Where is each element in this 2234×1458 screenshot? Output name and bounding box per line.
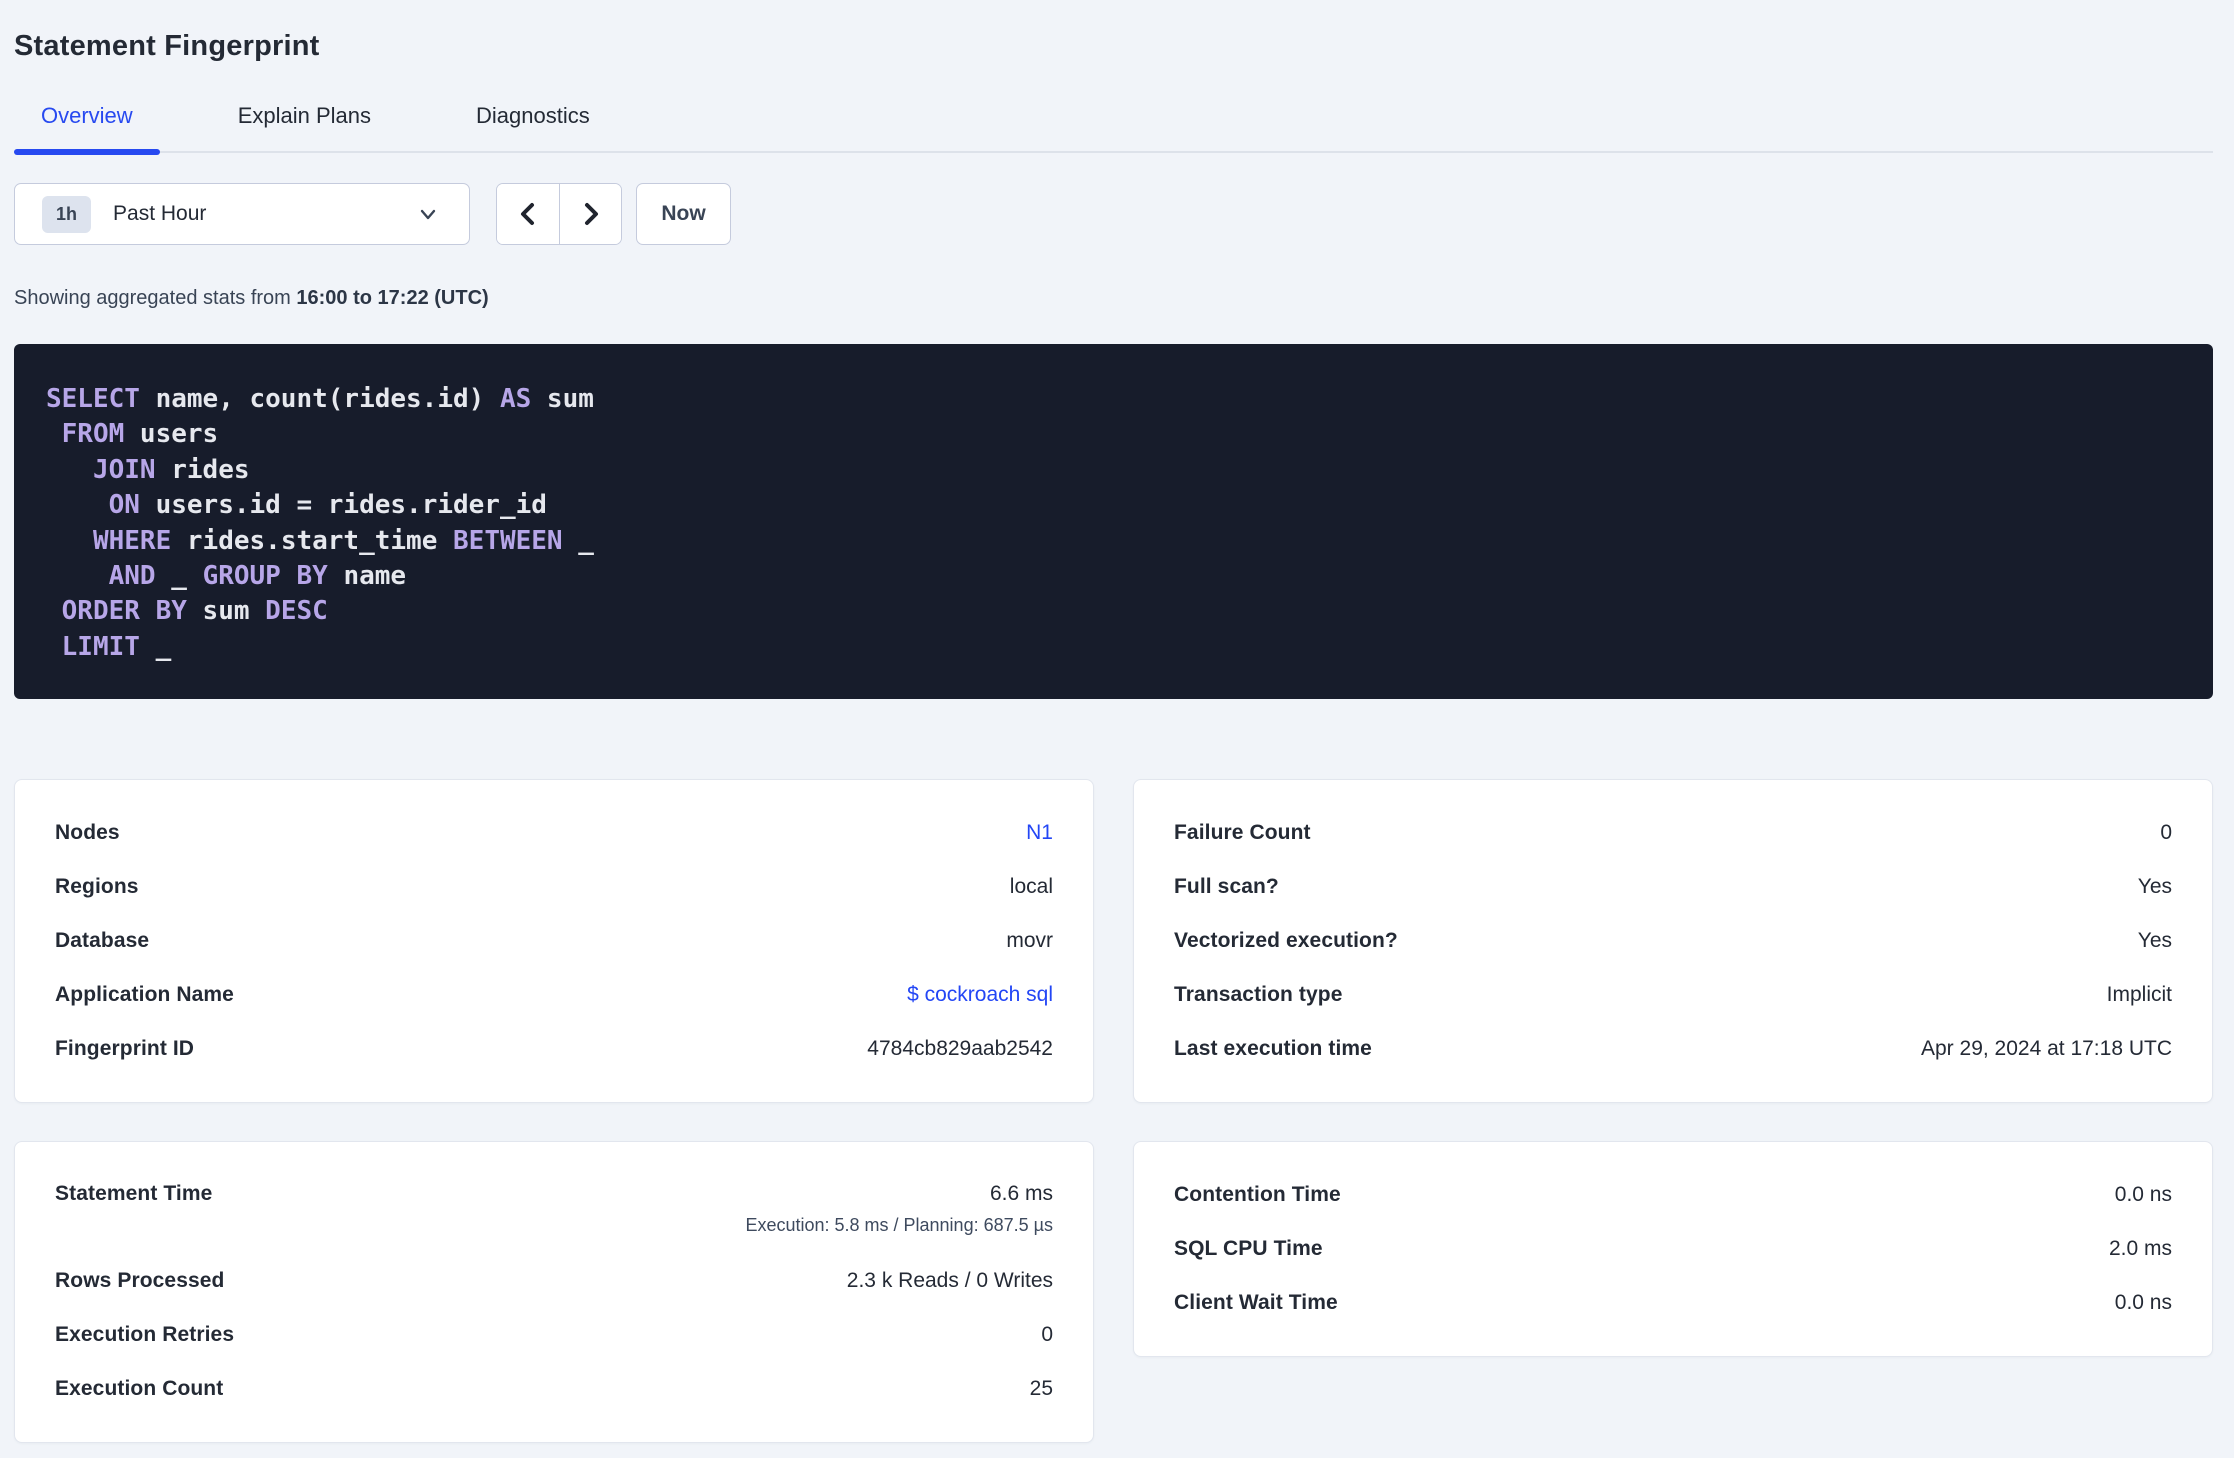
statement-sql-box: SELECT name, count(rides.id) AS sum FROM… (14, 344, 2213, 700)
kv-label: Last execution time (1174, 1037, 1372, 1061)
kv-label: Failure Count (1174, 821, 1311, 845)
kv-row: Client Wait Time 0.0 ns (1174, 1276, 2172, 1330)
timing-stats-card: Statement Time 6.6 ms Execution: 5.8 ms / … (14, 1141, 1094, 1444)
kv-value: 25 (1029, 1377, 1053, 1401)
kv-label: Regions (55, 875, 139, 899)
chevron-down-icon (417, 203, 439, 225)
kv-row: Statement Time 6.6 ms Execution: 5.8 ms / … (55, 1168, 1053, 1254)
kv-row: Application Name $ cockroach sql (55, 968, 1053, 1022)
kv-label: Transaction type (1174, 983, 1343, 1007)
kv-label: Statement Time (55, 1182, 213, 1206)
kv-row: Regions local (55, 860, 1053, 914)
kv-value: 2.3 k Reads / 0 Writes (846, 1269, 1053, 1293)
kv-label: Nodes (55, 821, 120, 845)
statement-details-card: Nodes N1 Regions local Database movr Applicati… (14, 779, 1094, 1104)
kv-label: SQL CPU Time (1174, 1237, 1323, 1261)
kv-label: Database (55, 929, 150, 953)
sql-code-line: WHERE rides.start_time BETWEEN _ (92, 525, 594, 556)
kv-label: Application Name (55, 983, 234, 1007)
kv-row: Last execution time Apr 29, 2024 at 17:18… (1174, 1022, 2172, 1076)
kv-row: Transaction type Implicit (1174, 968, 2172, 1022)
time-range-badge: 1h (42, 195, 92, 233)
kv-label: Contention Time (1174, 1183, 1341, 1207)
aggregated-stats-range: 16:00 to 17:22 (UTC) (296, 287, 489, 309)
time-range-picker[interactable]: 1h Past Hour (14, 183, 470, 245)
sql-code-line: ORDER BY sum DESC (61, 596, 328, 627)
page-title: Statement Fingerprint (14, 30, 320, 62)
chevron-right-icon (578, 201, 604, 227)
kv-row: Contention Time 0.0 ns (1174, 1168, 2172, 1222)
aggregated-stats-line: Showing aggregated stats from 16:00 to 1… (14, 287, 2213, 310)
previous-interval-button[interactable] (497, 184, 559, 244)
tabbar: Overview Explain Plans Diagnostics (14, 103, 2213, 155)
kv-value: 2.0 ms (2108, 1237, 2172, 1261)
kv-row: Full scan? Yes (1174, 860, 2172, 914)
chevron-left-icon (515, 201, 541, 227)
kv-row: Nodes N1 (55, 806, 1053, 860)
sql-code-line: AND _ GROUP BY name (108, 561, 407, 592)
kv-value-link[interactable]: N1 (1026, 821, 1053, 844)
kv-value: 6.6 ms (989, 1182, 1053, 1206)
kv-value: Yes (2137, 875, 2172, 899)
kv-label: Client Wait Time (1174, 1291, 1338, 1315)
next-interval-button[interactable] (559, 184, 621, 244)
summary-cards: Nodes N1 Regions local Database movr Applicati… (14, 779, 2213, 1444)
kv-value: local (1009, 875, 1053, 899)
tab-explain-plans[interactable]: Explain Plans (211, 103, 398, 151)
kv-value: 0 (1041, 1323, 1053, 1347)
kv-label: Execution Count (55, 1377, 224, 1401)
wait-times-card: Contention Time 0.0 ns SQL CPU Time 2.0 ms C… (1133, 1141, 2213, 1358)
kv-subvalue: Execution: 5.8 ms / Planning: 687.5 µs (745, 1215, 1053, 1236)
sql-code-line: LIMIT _ (61, 631, 172, 662)
kv-row: SQL CPU Time 2.0 ms (1174, 1222, 2172, 1276)
statement-fingerprint-page: Statement Fingerprint Overview Explain P… (0, 0, 2234, 1444)
kv-row: Rows Processed 2.3 k Reads / 0 Writes (55, 1254, 1053, 1308)
kv-value-link[interactable]: $ cockroach sql (907, 983, 1053, 1006)
execution-attributes-card: Failure Count 0 Full scan? Yes Vectorized ex… (1133, 779, 2213, 1104)
sql-code-line: SELECT name, count(rides.id) AS sum (46, 384, 594, 414)
kv-value: Apr 29, 2024 at 17:18 UTC (1921, 1037, 2172, 1061)
kv-row: Execution Count 25 (55, 1362, 1053, 1416)
sql-code-line: ON users.id = rides.rider_id (108, 490, 547, 521)
kv-row: Fingerprint ID 4784cb829aab2542 (55, 1022, 1053, 1076)
kv-value: Implicit (2106, 983, 2172, 1007)
kv-label: Fingerprint ID (55, 1037, 195, 1061)
kv-row: Vectorized execution? Yes (1174, 914, 2172, 968)
kv-value: 4784cb829aab2542 (867, 1037, 1053, 1061)
kv-row: Execution Retries 0 (55, 1308, 1053, 1362)
kv-value: 0.0 ns (2114, 1291, 2172, 1315)
kv-value: 0 (2160, 821, 2172, 845)
now-button[interactable]: Now (636, 183, 731, 245)
sql-code-line: JOIN rides (92, 454, 250, 485)
time-step-buttons (496, 183, 622, 245)
kv-label: Vectorized execution? (1174, 929, 1398, 953)
kv-label: Rows Processed (55, 1269, 225, 1293)
time-range-label: Past Hour (113, 202, 207, 225)
kv-value: movr (1006, 929, 1053, 953)
sql-code-line: FROM users (61, 419, 219, 450)
time-controls: 1h Past Hour Now (14, 183, 2213, 245)
tab-overview[interactable]: Overview (14, 103, 160, 155)
kv-row: Database movr (55, 914, 1053, 968)
aggregated-stats-prefix: Showing aggregated stats from (14, 287, 297, 309)
kv-value: 0.0 ns (2114, 1183, 2172, 1207)
kv-label: Execution Retries (55, 1323, 235, 1347)
kv-label: Full scan? (1174, 875, 1279, 899)
kv-value: Yes (2137, 929, 2172, 953)
kv-row: Failure Count 0 (1174, 806, 2172, 860)
tab-diagnostics[interactable]: Diagnostics (449, 103, 617, 151)
